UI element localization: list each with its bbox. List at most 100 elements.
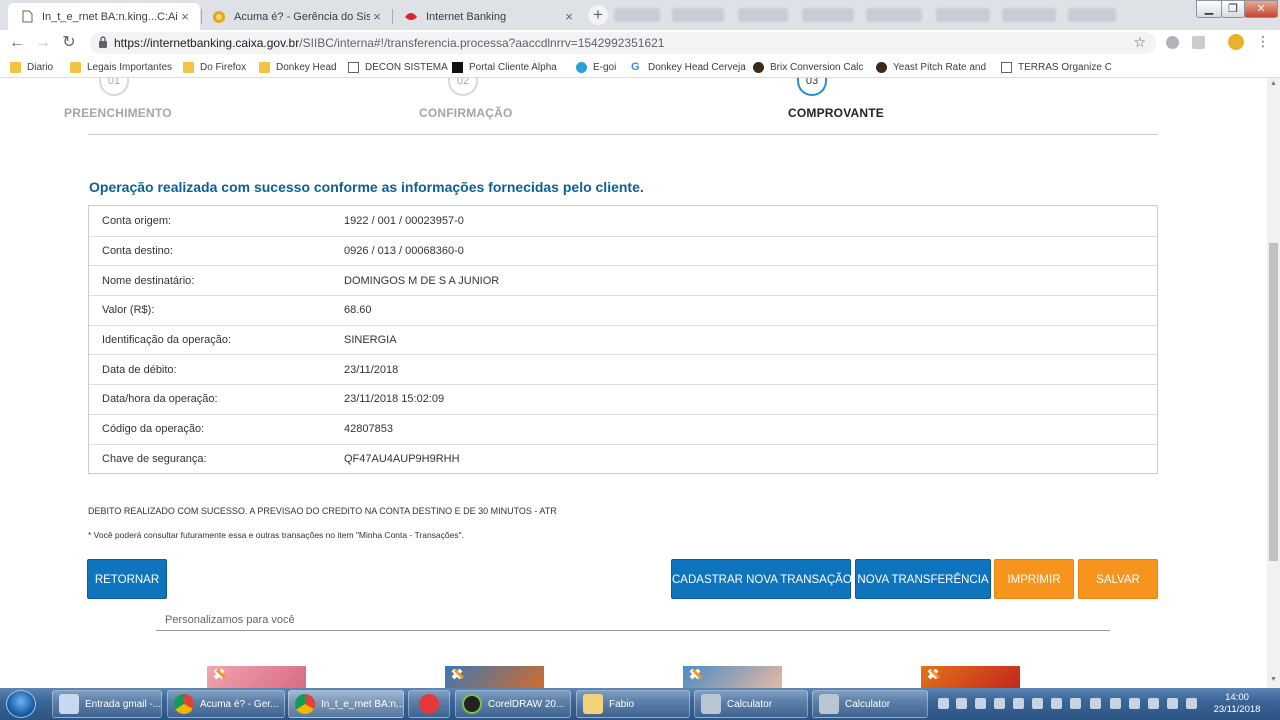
tray-icon[interactable] — [975, 698, 986, 709]
receipt-value: 42807853 — [344, 423, 393, 436]
bookmark-label: Donkey Head Cerveja — [648, 61, 746, 73]
taskbar-item-calculator[interactable]: Calculator — [694, 690, 808, 718]
tab-acuma[interactable]: Acuma é? - Gerência do Sistema × — [200, 3, 392, 30]
extension-icon[interactable] — [1166, 36, 1179, 49]
nova-transferencia-button[interactable]: NOVA TRANSFERÊNCIA — [855, 559, 991, 599]
taskbar-item-gmail[interactable]: Entrada gmail -... — [52, 690, 162, 718]
taskbar-item-fabio[interactable]: Fabio — [576, 690, 690, 718]
bookmarks-bar: Diario Legais Importantes Do Firefox Don… — [0, 56, 1280, 78]
personalized-title: Personalizamos para você — [165, 614, 295, 626]
receipt-label: Data de débito: — [102, 363, 177, 376]
tray-icon[interactable] — [956, 698, 967, 709]
minimize-button[interactable]: ▁ — [1196, 0, 1222, 18]
bookmark-page[interactable]: G Donkey Head Cerveja — [631, 60, 746, 74]
tab-title: In_t_e_rnet BA:n.king...C:AiXA — [42, 10, 178, 23]
close-tab-icon[interactable]: × — [370, 9, 384, 24]
taskbar-clock[interactable]: 14:00 23/11/2018 — [1206, 692, 1268, 716]
bookmark-page[interactable]: Brix Conversion Calcu — [753, 60, 863, 74]
scrollbar-thumb[interactable] — [1269, 243, 1278, 561]
salvar-button[interactable]: SALVAR — [1078, 559, 1158, 599]
mail-icon — [59, 694, 79, 714]
blurred-tab — [1068, 8, 1116, 22]
taskbar-item-vivaldi[interactable] — [408, 690, 450, 718]
bookmark-folder[interactable]: Legais Importantes — [70, 60, 172, 74]
bookmark-page[interactable]: Portal Cliente Alpha — [452, 60, 557, 74]
bookmark-folder[interactable]: Diario — [10, 60, 53, 74]
taskbar-item-coreldraw[interactable]: CorelDRAW 20... — [455, 690, 571, 718]
folder-icon — [259, 61, 270, 73]
onedrive-tray-icon[interactable] — [1186, 698, 1197, 709]
tray-icon[interactable] — [994, 698, 1005, 709]
tray-icon[interactable] — [1013, 698, 1024, 709]
bookmark-folder[interactable]: Do Firefox — [183, 60, 246, 74]
tab-internet-banking[interactable]: Internet Banking × — [392, 3, 584, 30]
pdf-extension-icon[interactable] — [1192, 36, 1205, 49]
reload-icon[interactable]: ↻ — [60, 34, 78, 52]
cloud-tray-icon[interactable] — [938, 698, 949, 709]
cadastrar-nova-transacao-button[interactable]: CADASTRAR NOVA TRANSAÇÃO — [671, 559, 852, 599]
page-icon — [348, 61, 359, 73]
scroll-up-icon[interactable]: ▲ — [1270, 80, 1277, 87]
page-icon — [1001, 61, 1012, 73]
scroll-down-icon[interactable]: ▼ — [1270, 676, 1277, 683]
close-tab-icon[interactable]: × — [562, 9, 576, 24]
promo-image[interactable] — [683, 666, 782, 688]
bookmark-page[interactable]: DECON SISTEMA — [348, 60, 448, 74]
volume-tray-icon[interactable] — [1167, 698, 1178, 709]
bookmark-page[interactable]: Yeast Pitch Rate and — [876, 60, 986, 74]
receipt-value: SINERGIA — [344, 334, 397, 347]
menu-icon[interactable]: ⋮ — [1256, 33, 1270, 50]
address-bar[interactable]: https://internetbanking.caixa.gov.br/SII… — [90, 32, 1156, 54]
receipt-row: Identificação da operação: SINERGIA — [89, 324, 1157, 355]
receipt-table: Conta origem: 1922 / 001 / 00023957-0 Con… — [88, 205, 1158, 475]
back-arrow-icon[interactable]: ← — [8, 34, 26, 52]
receipt-row: Código da operação: 42807853 — [89, 413, 1157, 444]
tray-icon[interactable] — [1110, 698, 1121, 709]
flag-tray-icon[interactable] — [1070, 698, 1081, 709]
star-icon[interactable]: ☆ — [1133, 34, 1146, 51]
step-2-label: CONFIRMAÇÃO — [419, 106, 513, 120]
promo-image[interactable] — [445, 666, 544, 688]
caixa-logo-icon — [404, 10, 418, 24]
folder-icon — [183, 61, 194, 73]
step-3-number: 03 — [797, 78, 827, 96]
taskbar-item-chrome-acuma[interactable]: Acuma é? - Ger... — [167, 690, 285, 718]
retornar-button[interactable]: RETORNAR — [87, 559, 167, 599]
new-tab-button[interactable]: + — [588, 5, 608, 25]
bookmark-page[interactable]: E-goi — [576, 60, 616, 74]
close-tab-icon[interactable]: × — [178, 9, 192, 24]
step-3-label: COMPROVANTE — [788, 106, 884, 120]
promo-image[interactable] — [207, 666, 306, 688]
forward-arrow-icon[interactable]: → — [34, 34, 52, 52]
taskbar-label: In_t_e_rnet BA:n... — [321, 698, 404, 710]
chrome-icon — [295, 694, 315, 714]
start-button[interactable] — [6, 690, 36, 718]
beer-icon — [753, 61, 764, 73]
browser-toolbar: ← → ↻ https://internetbanking.caixa.gov.… — [0, 30, 1280, 56]
promo-image[interactable] — [921, 666, 1020, 688]
taskbar-item-calculator[interactable]: Calculator — [812, 690, 928, 718]
taskbar-item-chrome-banking[interactable]: In_t_e_rnet BA:n... — [288, 690, 404, 718]
page-scrollbar[interactable]: ▲ ▼ — [1267, 78, 1280, 688]
bookmark-folder[interactable]: Donkey Head — [259, 60, 337, 74]
bookmark-label: Brix Conversion Calcu — [770, 61, 863, 73]
receipt-value: QF47AU4AUP9H9RHH — [344, 452, 460, 465]
profile-avatar[interactable] — [1228, 34, 1244, 50]
tab-internet-banking-active[interactable]: In_t_e_rnet BA:n.king...C:AiXA × — [8, 3, 200, 30]
egoi-icon — [576, 61, 587, 73]
imprimir-button[interactable]: IMPRIMIR — [994, 559, 1074, 599]
step-1-label: PREENCHIMENTO — [64, 106, 172, 120]
tray-icon[interactable] — [1051, 698, 1062, 709]
network-tray-icon[interactable] — [1148, 698, 1159, 709]
debit-notice: DEBITO REALIZADO COM SUCESSO. A PREVISAO… — [88, 506, 557, 516]
maximize-button[interactable]: ❐ — [1221, 0, 1245, 18]
tray-icon[interactable] — [1032, 698, 1043, 709]
tray-icon[interactable] — [1129, 698, 1140, 709]
bookmark-page[interactable]: TERRAS Organize Co — [1001, 60, 1111, 74]
signal-tray-icon[interactable] — [1090, 698, 1101, 709]
close-window-button[interactable]: ✕ — [1244, 0, 1278, 18]
receipt-row: Conta destino: 0926 / 013 / 00068360-0 — [89, 235, 1157, 266]
bookmark-label: Yeast Pitch Rate and — [893, 61, 986, 73]
url-path: /SIIBC/interna#!/transferencia.processa?… — [299, 36, 665, 50]
vivaldi-icon — [419, 694, 439, 714]
